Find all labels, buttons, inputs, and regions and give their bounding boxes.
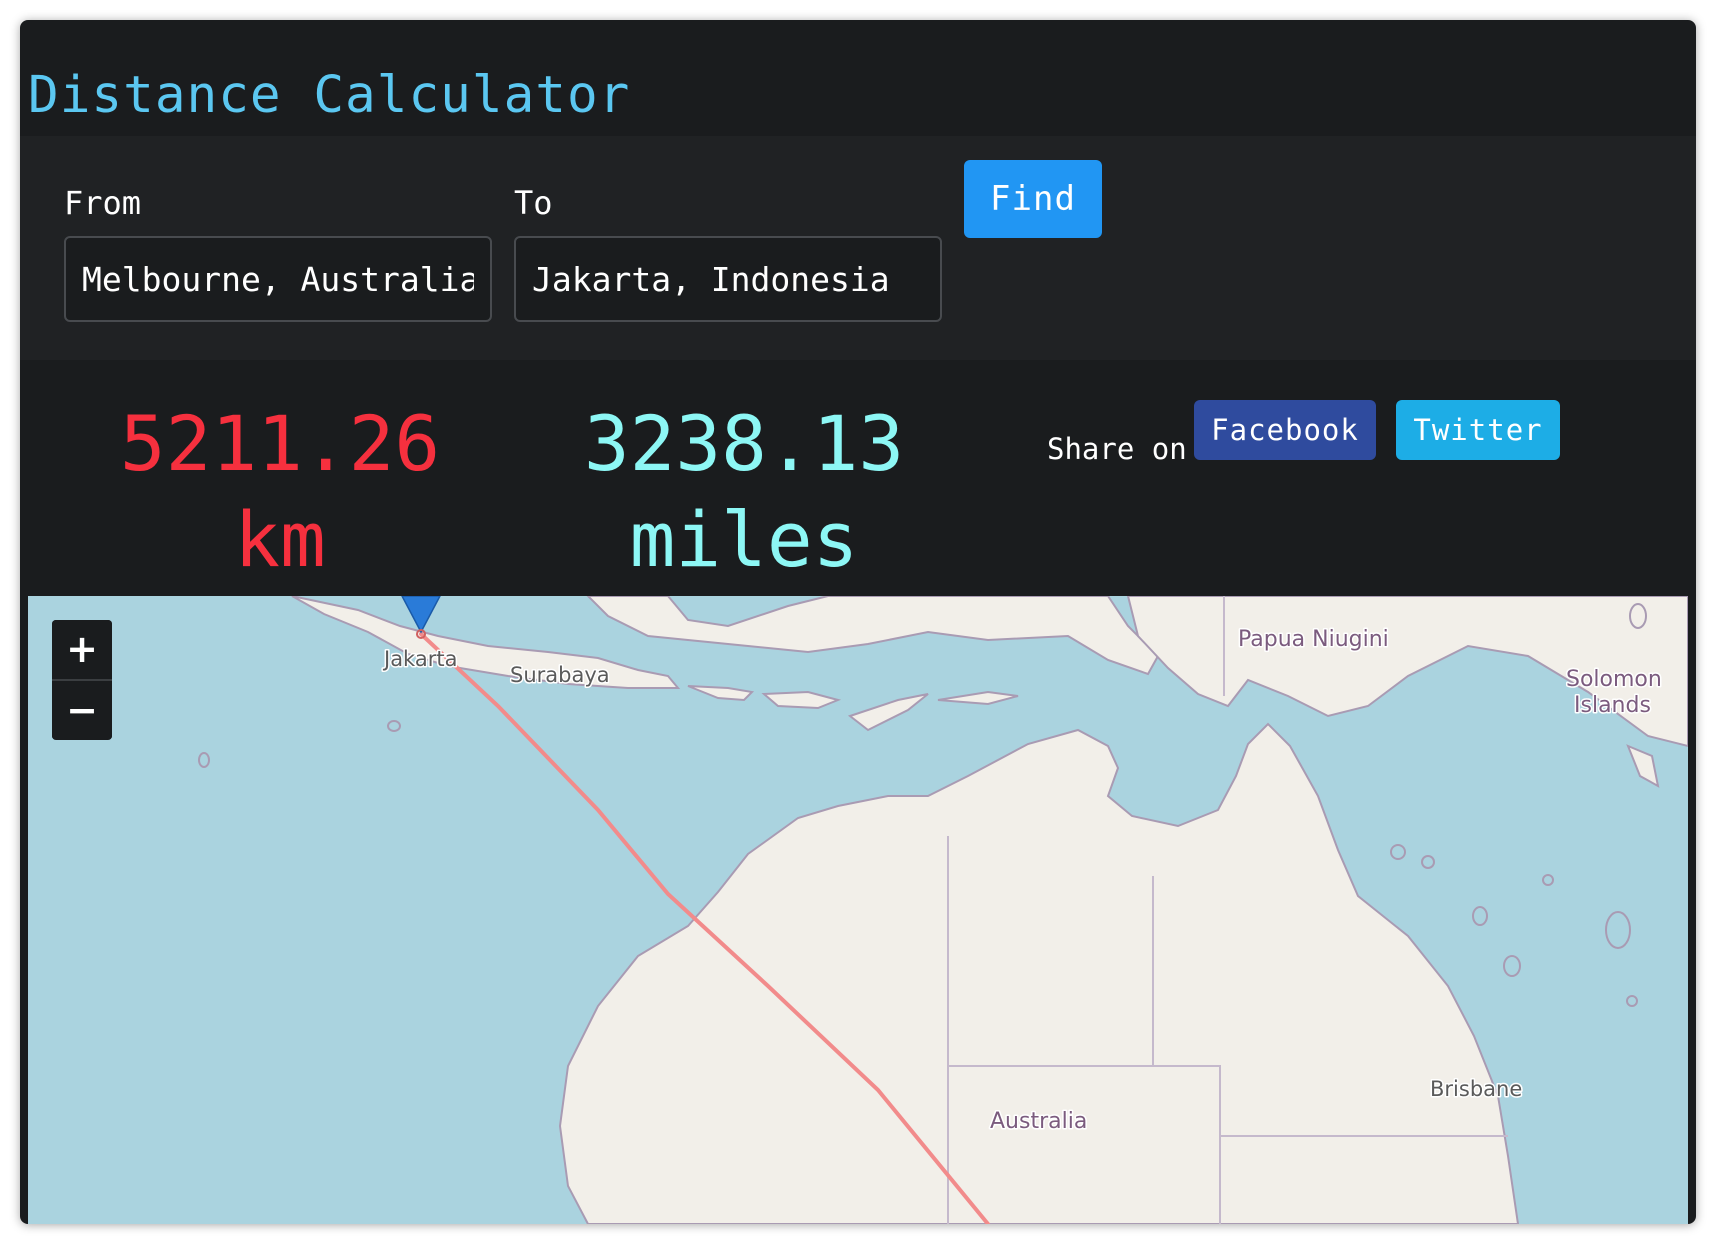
solomon-islands xyxy=(1626,744,1660,788)
island-dot xyxy=(1626,995,1638,1007)
island-dot xyxy=(387,720,401,732)
find-button[interactable]: Find xyxy=(964,160,1102,238)
lombok-sumbawa xyxy=(761,690,842,710)
label-solomon-1: Solomon xyxy=(1566,667,1662,692)
twitter-share-button[interactable]: Twitter xyxy=(1396,400,1560,460)
app-window: Distance Calculator From To Find 5211.26… xyxy=(20,20,1696,1224)
bali-island xyxy=(687,685,755,702)
distance-km: 5211.26 km xyxy=(80,396,480,588)
map-marker-icon xyxy=(401,596,441,634)
island-dot xyxy=(1503,955,1521,977)
northern-islands xyxy=(586,596,1160,676)
label-surabaya: Surabaya xyxy=(510,663,610,687)
search-form: From To Find xyxy=(20,136,1696,360)
island-dot xyxy=(1421,855,1435,869)
distance-km-unit: km xyxy=(234,495,326,584)
to-label: To xyxy=(514,184,553,222)
timor-island xyxy=(847,693,929,732)
from-input[interactable] xyxy=(64,236,492,322)
australia-landmass xyxy=(558,722,1520,1224)
share-label: Share on xyxy=(1047,432,1187,466)
label-solomon-2: Islands xyxy=(1574,693,1651,718)
map-canvas[interactable]: Jakarta Surabaya Papua Niugini Solomon I… xyxy=(28,596,1688,1224)
zoom-control: + − xyxy=(52,620,112,740)
island-dot xyxy=(1390,844,1406,860)
distance-miles-unit: miles xyxy=(629,495,859,584)
label-australia: Australia xyxy=(990,1109,1087,1134)
zoom-in-button[interactable]: + xyxy=(52,620,112,679)
island-dot xyxy=(1472,906,1488,926)
route-map[interactable]: Jakarta Surabaya Papua Niugini Solomon I… xyxy=(28,596,1688,1224)
page-title: Distance Calculator xyxy=(28,66,631,125)
distance-km-value: 5211.26 xyxy=(119,399,441,488)
zoom-out-button[interactable]: − xyxy=(52,679,112,738)
island-dot xyxy=(1542,874,1554,886)
label-papua: Papua Niugini xyxy=(1238,627,1389,652)
from-label: From xyxy=(64,184,142,222)
label-brisbane: Brisbane xyxy=(1430,1077,1522,1101)
label-jakarta: Jakarta xyxy=(382,647,457,671)
island-dot xyxy=(1605,911,1631,949)
to-input[interactable] xyxy=(514,236,942,322)
facebook-share-button[interactable]: Facebook xyxy=(1194,400,1376,460)
distance-miles: 3238.13 miles xyxy=(544,396,944,588)
flores-island xyxy=(937,690,1019,706)
island-dot xyxy=(198,752,210,768)
distance-miles-value: 3238.13 xyxy=(583,399,905,488)
